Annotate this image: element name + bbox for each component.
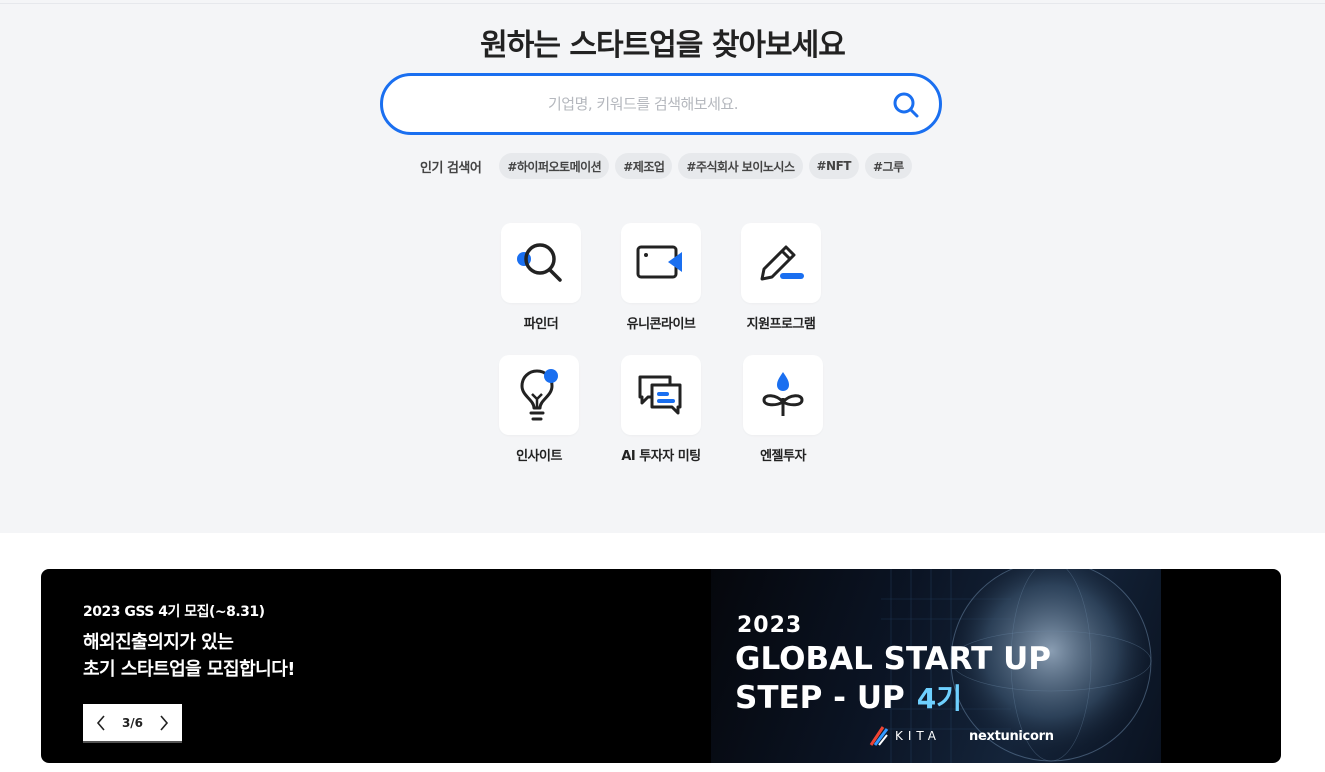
chat-bubbles-icon	[638, 375, 682, 415]
chevron-left-icon	[96, 714, 105, 731]
menu-tile	[621, 355, 701, 435]
sprout-icon	[762, 372, 804, 416]
menu-label: AI 투자자 미팅	[621, 449, 701, 464]
popular-tag[interactable]: #그루	[864, 153, 912, 179]
banner-image-year: 2023	[737, 613, 803, 638]
menu-label: 지원프로그램	[746, 317, 816, 332]
nextunicorn-logo: nextunicorn	[969, 728, 1054, 744]
menu-tile	[501, 223, 581, 303]
pager-count: 3/6	[121, 715, 144, 730]
menu-item-unicorn-live[interactable]: 유니콘라이브	[606, 223, 716, 332]
kita-logo: KITA	[869, 725, 941, 747]
lightbulb-icon	[520, 369, 558, 421]
menu-tile	[741, 223, 821, 303]
menu-item-insight[interactable]: 인사이트	[484, 355, 594, 464]
banner-image-title-2: STEP - UP 4기	[735, 677, 962, 717]
menu-label: 파인더	[523, 317, 559, 332]
banner-subtitle: 2023 GSS 4기 모집(~8.31)	[83, 604, 265, 620]
prev-button[interactable]	[93, 714, 109, 731]
banner-image: 2023 GLOBAL START UP STEP - UP 4기 KITA ne…	[711, 569, 1161, 763]
next-button[interactable]	[156, 714, 172, 731]
popular-keywords-label: 인기 검색어	[420, 160, 482, 176]
popular-tag[interactable]: #하이퍼오토메이션	[499, 153, 610, 179]
popular-tag[interactable]: #NFT	[808, 153, 859, 179]
menu-item-ai-investor-meeting[interactable]: AI 투자자 미팅	[606, 355, 716, 464]
chevron-right-icon	[160, 714, 169, 731]
menu-label: 인사이트	[516, 449, 562, 464]
banner-headline-line: 초기 스타트업을 모집합니다!	[83, 659, 295, 680]
banner-pager: 3/6	[83, 704, 182, 743]
menu-label: 엔젤투자	[760, 449, 806, 464]
menu-item-finder[interactable]: 파인더	[486, 223, 596, 332]
menu-tile	[621, 223, 701, 303]
search-box	[380, 73, 942, 135]
kita-logo-text: KITA	[895, 729, 942, 743]
popular-tag[interactable]: #제조업	[615, 153, 673, 179]
search-input[interactable]	[413, 86, 873, 122]
menu-label: 유니콘라이브	[626, 317, 696, 332]
popular-keywords: 인기 검색어 #하이퍼오토메이션 #제조업 #주식회사 보이노시스 #NFT #…	[420, 153, 912, 179]
popular-tag[interactable]: #주식회사 보이노시스	[678, 153, 803, 179]
banner-logos: KITA nextunicorn	[869, 725, 1054, 747]
menu-tile	[499, 355, 579, 435]
video-camera-icon	[636, 245, 682, 279]
menu-item-angel-investment[interactable]: 엔젤투자	[728, 355, 838, 464]
menu-item-support-program[interactable]: 지원프로그램	[726, 223, 836, 332]
search-icon	[893, 92, 919, 118]
banner-image-title: GLOBAL START UP	[735, 641, 1051, 677]
banner-image-step: STEP - UP	[735, 680, 905, 716]
search-icon	[517, 243, 562, 282]
promo-banner[interactable]: 2023 GSS 4기 모집(~8.31) 해외진출의지가 있는 초기 스타트업…	[41, 569, 1281, 763]
menu-tile	[743, 355, 823, 435]
kita-logo-mark	[869, 726, 889, 746]
pencil-icon	[760, 245, 804, 281]
banner-headline-line: 해외진출의지가 있는	[83, 632, 234, 653]
banner-image-generation: 4기	[916, 682, 962, 715]
banner-headline: 해외진출의지가 있는 초기 스타트업을 모집합니다!	[83, 629, 295, 683]
hero-section: 원하는 스타트업을 찾아보세요 인기 검색어 #하이퍼오토메이션 #제조업 #주…	[0, 4, 1325, 533]
search-button[interactable]	[891, 90, 921, 120]
page-title: 원하는 스타트업을 찾아보세요	[480, 28, 846, 63]
